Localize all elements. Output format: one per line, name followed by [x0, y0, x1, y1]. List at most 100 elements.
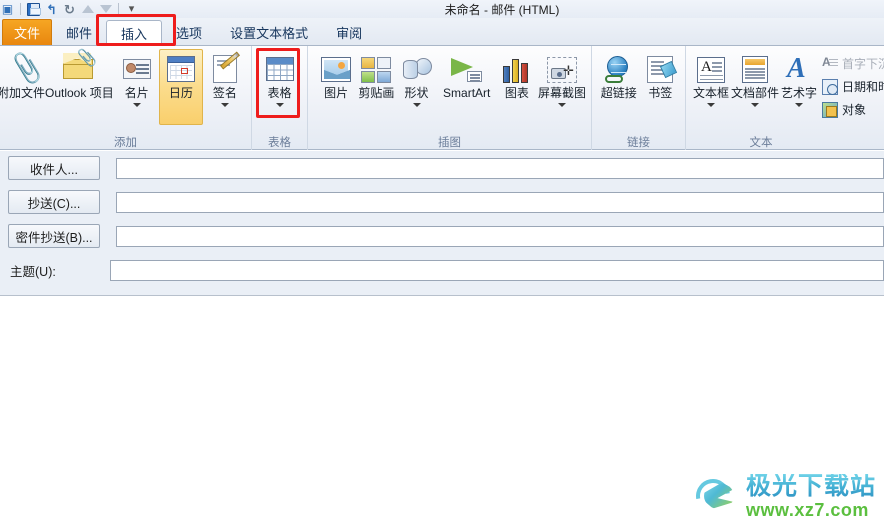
- mail-header-row-cc: 抄送(C)...: [0, 185, 884, 219]
- bcc-input[interactable]: [116, 225, 884, 247]
- mail-header-row-bcc: 密件抄送(B)...: [0, 219, 884, 253]
- undo-icon[interactable]: ↰: [44, 2, 59, 17]
- move-up-icon[interactable]: [80, 2, 95, 17]
- tab-format-text[interactable]: 设置文本格式: [216, 19, 322, 45]
- hyperlink-label: 超链接: [600, 86, 637, 100]
- business-card-label: 名片: [124, 86, 149, 100]
- object-button[interactable]: 对象: [818, 99, 884, 120]
- tab-file[interactable]: 文件: [2, 19, 53, 45]
- watermark-text: 极光下载站 www.xz7.com: [745, 474, 876, 520]
- outlook-icon: ▣: [1, 2, 14, 16]
- ribbon-group-links: 超链接 书签 链接: [592, 46, 686, 150]
- tab-review[interactable]: 审阅: [322, 19, 376, 45]
- screenshot-button[interactable]: ✛ 屏幕截图: [537, 49, 587, 125]
- calendar-label: 日历: [168, 86, 193, 100]
- calendar-icon: [165, 53, 197, 85]
- subject-input[interactable]: [110, 259, 884, 281]
- mail-header-row-to: 收件人...: [0, 151, 884, 185]
- clipart-button[interactable]: 剪贴画: [356, 49, 396, 125]
- business-card-button[interactable]: 名片: [115, 49, 159, 125]
- date-time-button[interactable]: 日期和时间: [818, 76, 884, 97]
- date-time-label: 日期和时间: [842, 80, 884, 94]
- text-box-button[interactable]: A 文本框: [692, 49, 730, 125]
- signature-label: 签名: [212, 86, 237, 100]
- tab-insert[interactable]: 插入: [106, 20, 163, 46]
- ribbon-group-illustrations: 图片 剪贴画 形状 SmartArt 图表 ✛ 屏幕截图 插图: [308, 46, 592, 150]
- mail-header: 收件人... 抄送(C)... 密件抄送(B)... 主题(U):: [0, 151, 884, 296]
- bcc-button[interactable]: 密件抄送(B)...: [8, 224, 100, 248]
- chevron-down-icon[interactable]: [220, 103, 229, 107]
- wordart-button[interactable]: A 艺术字: [780, 49, 818, 125]
- title-bar: ▣ ↰ ↻ ▾ 未命名 - 邮件 (HTML): [0, 0, 884, 18]
- outlook-item-label: Outlook 项目: [45, 86, 114, 100]
- shapes-icon: [401, 53, 433, 85]
- screenshot-icon: ✛: [546, 53, 578, 85]
- shapes-button[interactable]: 形状: [396, 49, 436, 125]
- attach-file-label: 附加文件: [0, 86, 46, 100]
- qat-divider: [20, 3, 21, 15]
- smartart-icon: [450, 53, 483, 85]
- object-icon: [822, 101, 839, 118]
- chevron-down-icon[interactable]: [557, 103, 566, 107]
- calendar-button[interactable]: 日历: [158, 49, 203, 125]
- redo-icon[interactable]: ↻: [62, 2, 77, 17]
- chevron-down-icon[interactable]: [751, 103, 760, 107]
- chart-button[interactable]: 图表: [497, 49, 537, 125]
- drop-cap-button[interactable]: 首字下沉: [818, 53, 884, 74]
- date-time-icon: [822, 78, 839, 95]
- outlook-item-icon: [63, 53, 95, 85]
- smartart-label: SmartArt: [443, 86, 491, 100]
- hyperlink-button[interactable]: 超链接: [598, 49, 640, 125]
- outlook-compose-window: ▣ ↰ ↻ ▾ 未命名 - 邮件 (HTML) 文件 邮件 插入 选项 设置文本…: [0, 0, 884, 529]
- chevron-down-icon[interactable]: [795, 103, 804, 107]
- quick-parts-label: 文档部件: [731, 86, 780, 100]
- cc-button[interactable]: 抄送(C)...: [8, 190, 100, 214]
- business-card-icon: [121, 53, 153, 85]
- chevron-down-icon[interactable]: [132, 103, 141, 107]
- picture-button[interactable]: 图片: [316, 49, 356, 125]
- paperclip-icon: [5, 53, 37, 85]
- move-down-icon[interactable]: [98, 2, 113, 17]
- signature-icon: [209, 51, 241, 85]
- quick-parts-icon: [739, 53, 771, 85]
- attach-file-button[interactable]: 附加文件: [0, 49, 46, 125]
- table-button[interactable]: 表格: [256, 49, 303, 125]
- hyperlink-icon: [603, 53, 635, 85]
- quick-parts-button[interactable]: 文档部件: [730, 49, 780, 125]
- watermark-site-url: www.xz7.com: [745, 500, 869, 520]
- tab-options[interactable]: 选项: [162, 19, 216, 45]
- chevron-down-icon[interactable]: [275, 103, 284, 107]
- picture-label: 图片: [324, 86, 349, 100]
- chevron-down-icon[interactable]: [412, 103, 421, 107]
- drop-cap-icon: [822, 55, 839, 72]
- wordart-label: 艺术字: [781, 86, 818, 100]
- outlook-item-button[interactable]: Outlook 项目: [44, 49, 115, 125]
- to-input[interactable]: [116, 157, 884, 179]
- ribbon: 附加文件 Outlook 项目 名片 日历: [0, 46, 884, 150]
- chart-icon: [501, 53, 533, 85]
- table-icon: [264, 53, 296, 85]
- save-icon[interactable]: [26, 2, 41, 17]
- chevron-down-icon[interactable]: [707, 103, 715, 107]
- group-label-illustrations: 插图: [438, 136, 461, 149]
- bookmark-button[interactable]: 书签: [640, 49, 682, 125]
- group-label-text: 文本: [749, 136, 773, 149]
- bookmark-icon: [644, 53, 678, 85]
- to-button[interactable]: 收件人...: [8, 156, 100, 180]
- signature-button[interactable]: 签名: [203, 49, 247, 125]
- cc-input[interactable]: [116, 191, 884, 213]
- object-label: 对象: [842, 103, 867, 117]
- quick-access-toolbar[interactable]: ▣ ↰ ↻ ▾: [0, 2, 139, 17]
- tab-mail[interactable]: 邮件: [52, 19, 106, 45]
- bookmark-label: 书签: [648, 86, 673, 100]
- picture-icon: [320, 53, 352, 85]
- watermark-logo-icon: [689, 471, 740, 520]
- smartart-button[interactable]: SmartArt: [437, 49, 497, 125]
- screenshot-label: 屏幕截图: [537, 86, 586, 100]
- wordart-icon: A: [787, 53, 806, 84]
- text-box-label: 文本框: [693, 86, 730, 100]
- group-label-include: 添加: [114, 136, 137, 149]
- shapes-label: 形状: [404, 86, 429, 100]
- customize-qat-icon[interactable]: ▾: [124, 2, 139, 17]
- table-label: 表格: [267, 86, 292, 100]
